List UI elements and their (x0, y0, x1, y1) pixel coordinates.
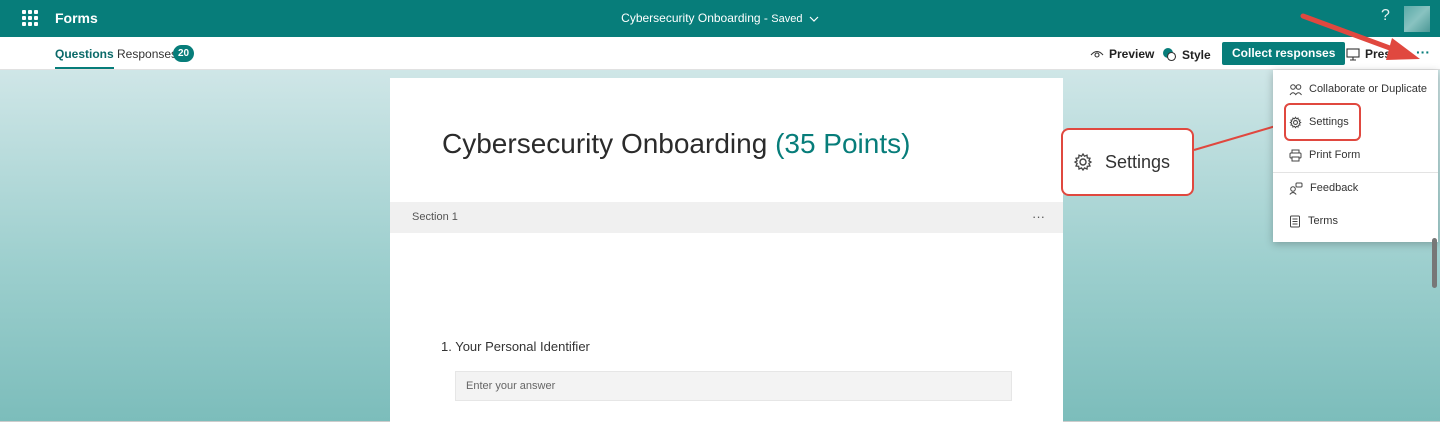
collect-responses-button[interactable]: Collect responses (1222, 42, 1346, 65)
document-title: Cybersecurity Onboarding (621, 11, 761, 25)
document-title-area[interactable]: Cybersecurity Onboarding - Saved (0, 11, 1440, 25)
present-label: Pres (1365, 47, 1392, 61)
section-more-button[interactable]: ··· (1032, 209, 1045, 224)
monitor-icon (1346, 47, 1360, 61)
answer-input[interactable] (455, 371, 1012, 401)
section-header[interactable]: Section 1 ··· (390, 202, 1063, 233)
form-title[interactable]: Cybersecurity Onboarding (35 Points) (442, 128, 910, 160)
collaborate-icon (1289, 83, 1302, 95)
responses-count-badge: 20 (173, 45, 195, 62)
preview-button[interactable]: Preview (1090, 47, 1154, 61)
menu-item-collaborate[interactable]: Collaborate or Duplicate (1273, 73, 1438, 105)
more-options-menu: Collaborate or Duplicate Settings Print … (1273, 70, 1438, 242)
feedback-icon (1289, 182, 1303, 195)
document-icon (1290, 215, 1300, 227)
form-points: (35 Points) (775, 128, 911, 159)
tab-responses[interactable]: Responses (117, 47, 177, 61)
scrollbar-thumb[interactable] (1432, 238, 1437, 288)
form-toolbar: Questions Responses 20 Preview Style Col… (0, 37, 1440, 70)
form-title-text: Cybersecurity Onboarding (442, 128, 768, 159)
menu-item-feedback[interactable]: Feedback (1273, 172, 1438, 204)
title-separator: - (763, 11, 768, 25)
help-button[interactable]: ? (1381, 7, 1390, 25)
save-status: Saved (771, 13, 803, 25)
present-button[interactable]: Pres (1346, 47, 1391, 61)
menu-item-label: Print Form (1309, 149, 1361, 161)
question-label: 1. Your Personal Identifier (441, 339, 590, 354)
gear-icon (1073, 152, 1093, 172)
settings-callout: Settings (1061, 128, 1194, 196)
form-card: Cybersecurity Onboarding (35 Points) Sec… (390, 78, 1063, 424)
eye-icon (1090, 50, 1104, 58)
more-options-button[interactable]: ··· (1410, 45, 1436, 63)
preview-label: Preview (1109, 47, 1155, 61)
menu-item-terms[interactable]: Terms (1273, 205, 1438, 237)
printer-icon (1289, 149, 1302, 161)
menu-item-print-form[interactable]: Print Form (1273, 139, 1438, 171)
style-label: Style (1182, 47, 1211, 62)
settings-highlight-box (1284, 103, 1361, 141)
avatar[interactable] (1404, 6, 1430, 32)
tab-questions[interactable]: Questions (55, 47, 114, 69)
menu-item-label: Collaborate or Duplicate (1309, 83, 1428, 95)
chevron-down-icon (809, 16, 819, 22)
palette-icon (1163, 48, 1177, 62)
top-app-bar: Forms Cybersecurity Onboarding - Saved ? (0, 0, 1440, 37)
style-button[interactable]: Style (1162, 47, 1211, 62)
callout-label: Settings (1105, 151, 1171, 172)
section-label: Section 1 (412, 211, 458, 223)
menu-item-label: Terms (1308, 215, 1338, 227)
menu-item-label: Feedback (1310, 182, 1359, 194)
